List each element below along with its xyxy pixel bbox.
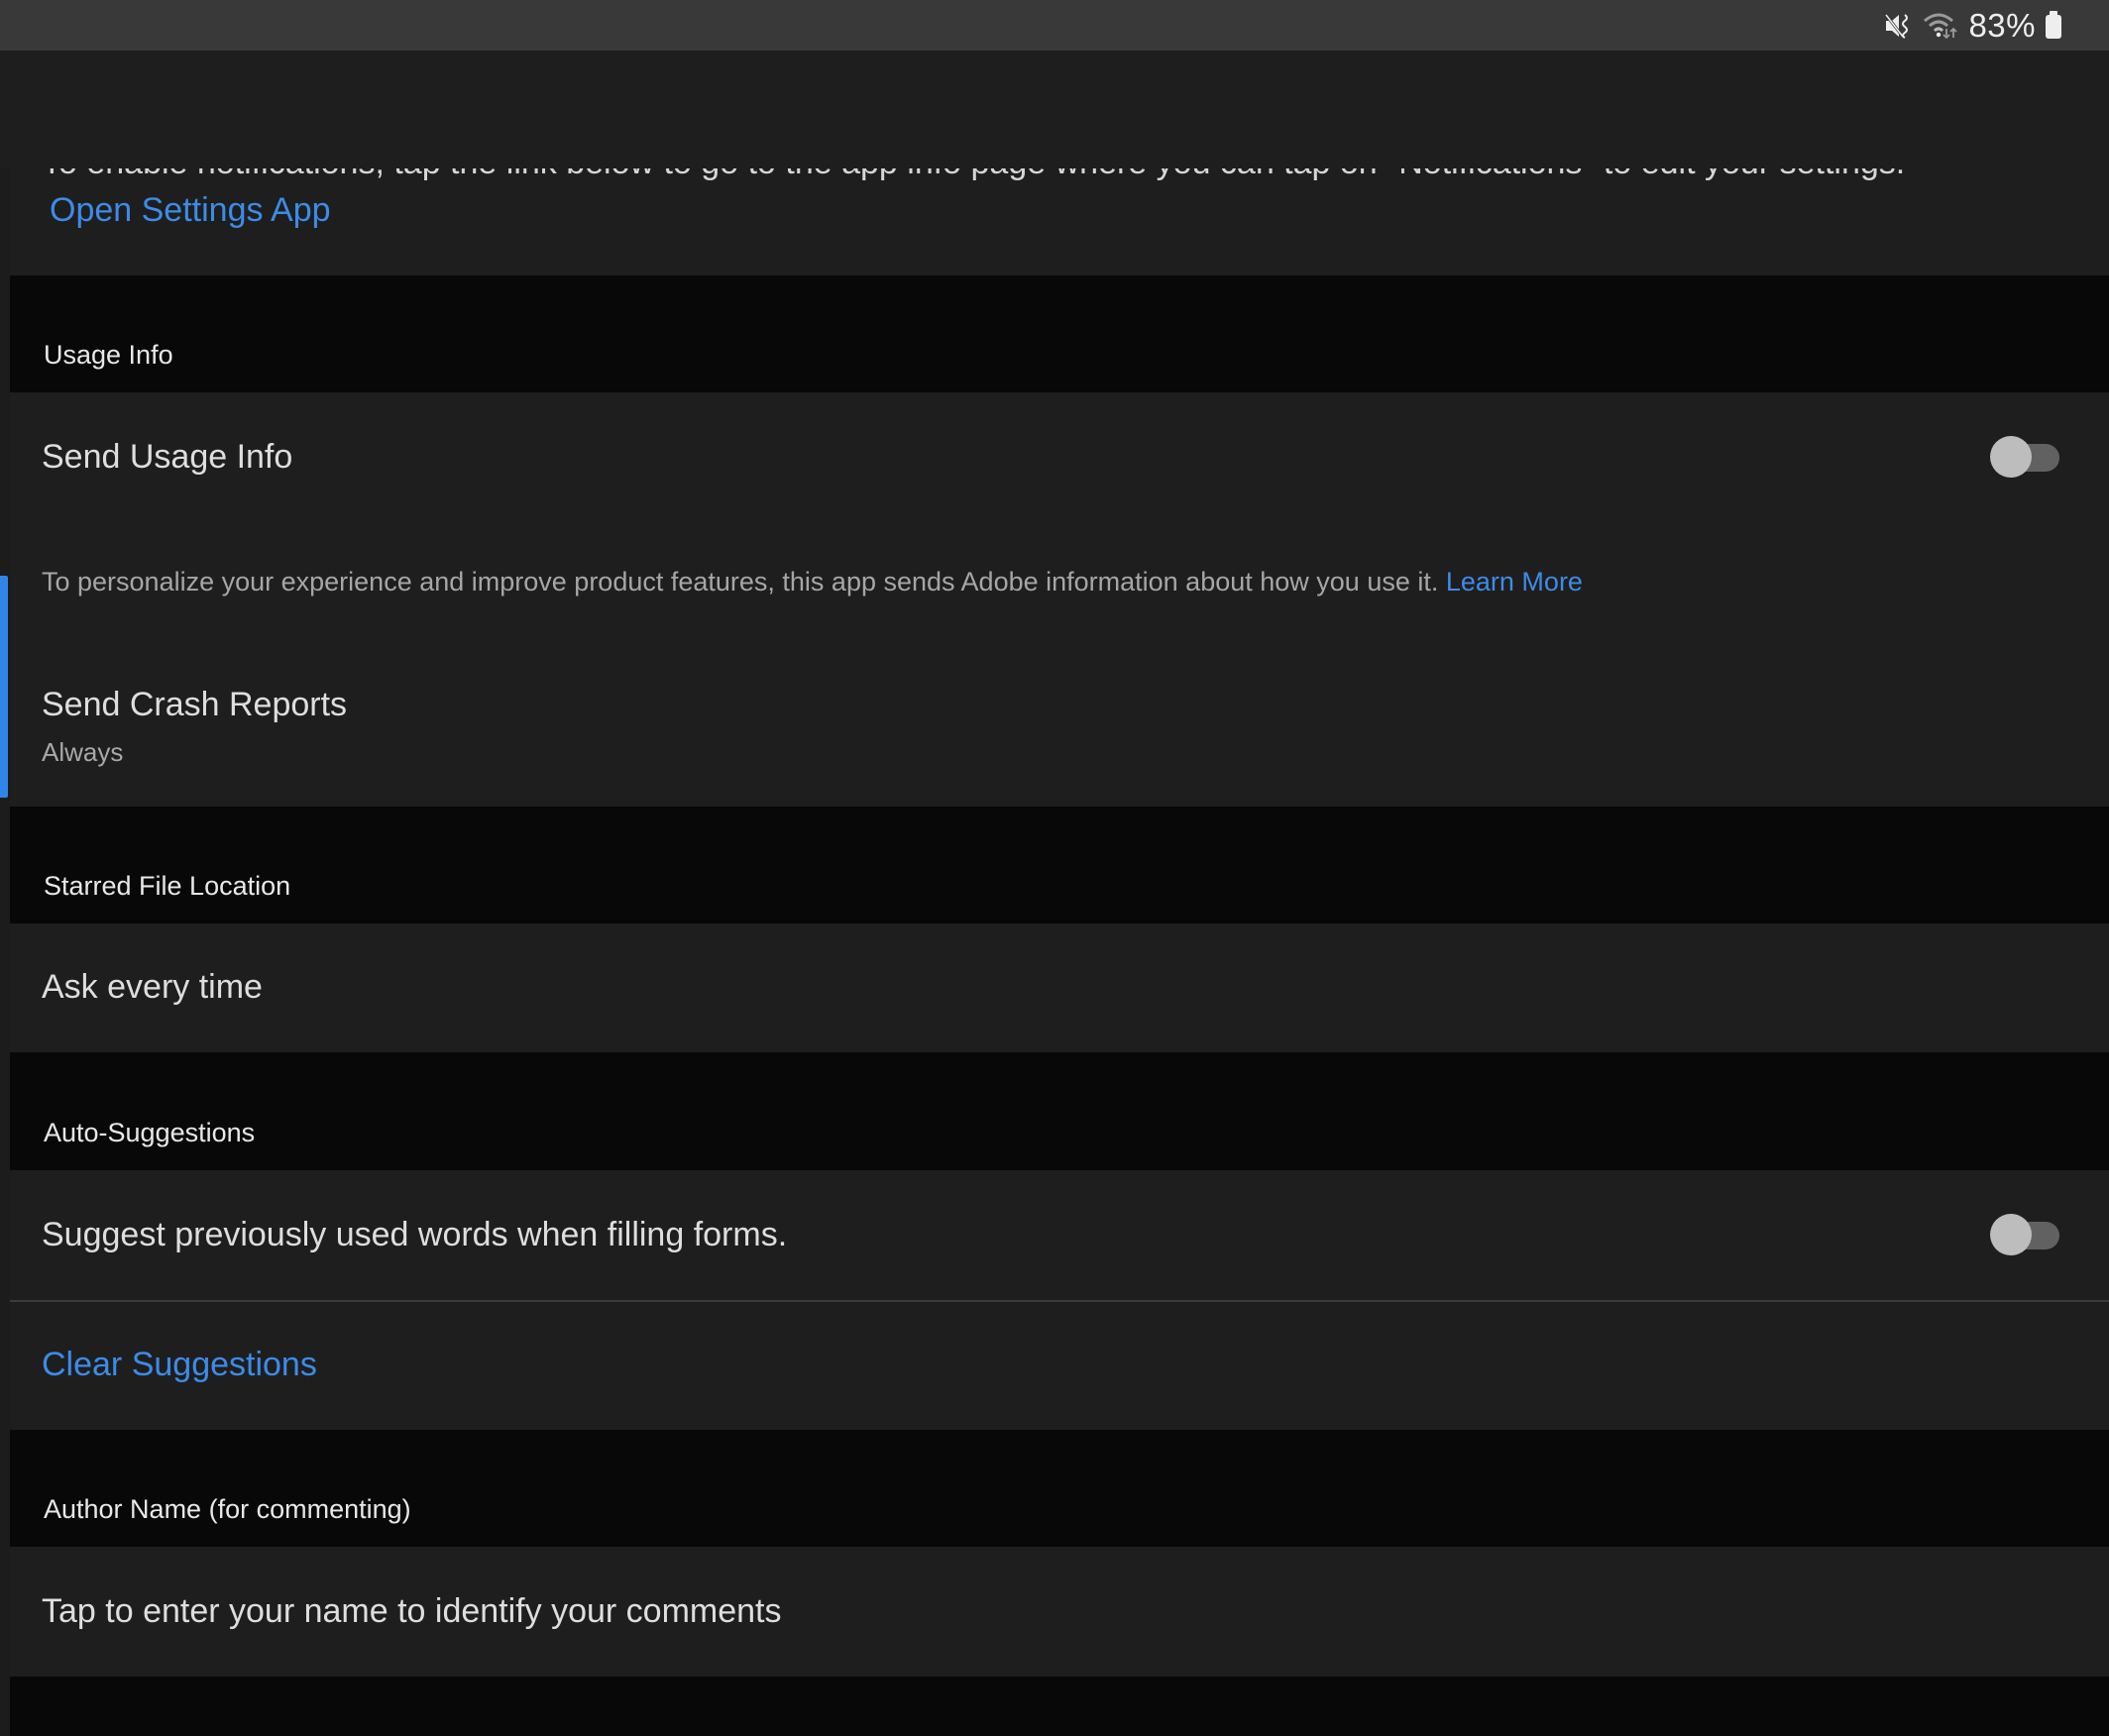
left-rail	[0, 51, 10, 1736]
suggest-words-toggle[interactable]	[1990, 1214, 2059, 1255]
starred-file-location-value: Ask every time	[42, 968, 263, 1006]
section-header-auto-suggestions: Auto-Suggestions	[10, 1052, 2109, 1170]
usage-info-group: Send Usage Info To personalize your expe…	[10, 392, 2109, 807]
send-crash-reports-row[interactable]: Send Crash Reports Always	[10, 646, 2109, 807]
app-header	[0, 51, 2109, 168]
send-crash-reports-value: Always	[42, 737, 124, 767]
clear-suggestions-row[interactable]: Clear Suggestions	[10, 1302, 2109, 1430]
section-label: Author Name (for commenting)	[44, 1494, 411, 1524]
usage-info-description-text: To personalize your experience and impro…	[42, 567, 1439, 597]
section-header-author-name: Author Name (for commenting)	[10, 1430, 2109, 1547]
suggest-words-row: Suggest previously used words when filli…	[10, 1170, 2109, 1300]
section-header-starred-file-location: Starred File Location	[10, 807, 2109, 923]
clear-suggestions-button[interactable]: Clear Suggestions	[42, 1346, 317, 1384]
section-header-usage-info: Usage Info	[10, 275, 2109, 392]
starred-file-location-row[interactable]: Ask every time	[10, 923, 2109, 1052]
learn-more-link[interactable]: Learn More	[1446, 567, 1583, 597]
toggle-thumb	[1990, 436, 2032, 478]
scroll-indicator[interactable]	[0, 576, 8, 798]
section-label: Starred File Location	[44, 871, 291, 901]
author-name-input[interactable]: Tap to enter your name to identify your …	[42, 1592, 781, 1631]
send-usage-info-toggle[interactable]	[1990, 436, 2059, 478]
section-label: Auto-Suggestions	[44, 1118, 256, 1147]
usage-info-description: To personalize your experience and impro…	[42, 567, 1583, 597]
send-usage-info-label: Send Usage Info	[42, 438, 293, 476]
send-crash-reports-label: Send Crash Reports	[42, 686, 348, 723]
suggest-words-label: Suggest previously used words when filli…	[42, 1216, 788, 1253]
section-label: Usage Info	[44, 340, 173, 370]
toggle-thumb	[1990, 1214, 2032, 1255]
settings-content: To enable notifications, tap the link be…	[10, 0, 2109, 1736]
open-settings-app-link[interactable]: Open Settings App	[50, 191, 331, 230]
author-name-row[interactable]: Tap to enter your name to identify your …	[10, 1547, 2109, 1677]
